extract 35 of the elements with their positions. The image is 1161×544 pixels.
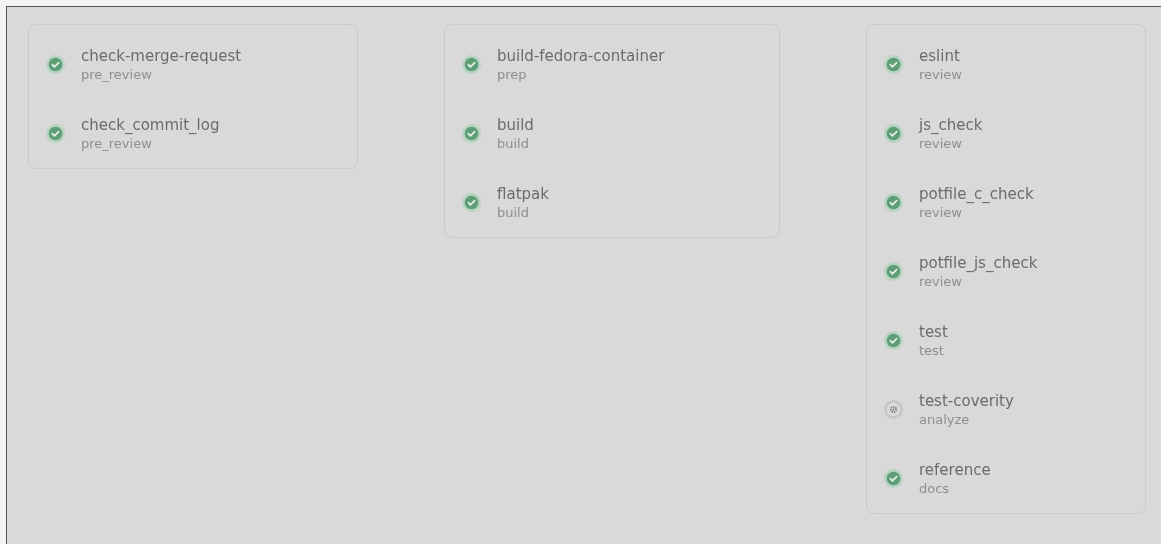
success-check-icon (462, 124, 481, 143)
success-check-icon (884, 262, 903, 281)
stage-label: build (497, 204, 530, 221)
job-name[interactable]: potfile_js_check (919, 253, 1038, 273)
job-name[interactable]: build-fedora-container (497, 46, 665, 66)
job-name[interactable]: eslint (919, 46, 962, 66)
stage-label: build (497, 135, 530, 152)
stage-label: review (919, 66, 962, 83)
stage-label: analyze (919, 411, 971, 428)
stage-label: review (919, 135, 963, 152)
success-check-icon (46, 55, 65, 74)
stage-label: test (919, 342, 945, 359)
success-check-icon (884, 193, 903, 212)
job-name[interactable]: flatpak (497, 184, 549, 204)
job-name[interactable]: potfile_c_check (919, 184, 1034, 204)
stage-label: pre_review (81, 135, 153, 152)
success-check-icon (884, 469, 903, 488)
success-check-icon (884, 124, 903, 143)
stage-label: docs (919, 480, 951, 497)
job-name[interactable]: test (919, 322, 948, 342)
success-check-icon (46, 124, 65, 143)
job-name[interactable]: check-merge-request (81, 46, 242, 66)
success-check-icon (462, 55, 481, 74)
job-name[interactable]: check_commit_log (81, 115, 220, 135)
stage-label: review (919, 273, 963, 290)
success-check-icon (884, 331, 903, 350)
stage-label: pre_review (81, 66, 153, 83)
job-name[interactable]: js_check (919, 115, 983, 135)
success-check-icon (884, 55, 903, 74)
job-name[interactable]: build (497, 115, 534, 135)
stage-label: review (919, 204, 963, 221)
job-name[interactable]: reference (919, 460, 991, 480)
stage-label: prep (497, 66, 528, 83)
job-name[interactable]: test-coverity (919, 391, 1014, 411)
success-check-icon (462, 193, 481, 212)
